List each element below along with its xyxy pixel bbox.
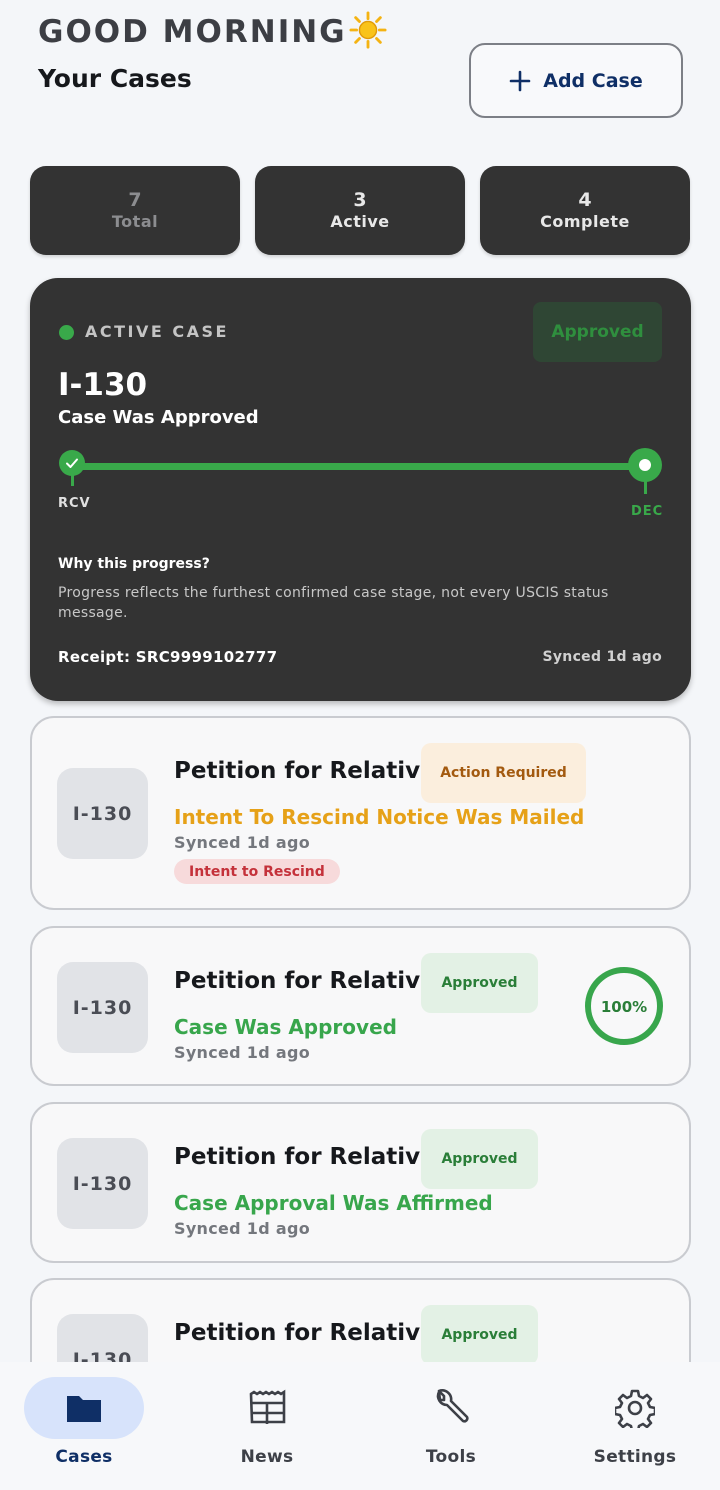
status-badge: Approved — [421, 1129, 538, 1189]
stat-value: 4 — [578, 188, 592, 211]
synced-time: Synced 1d ago — [174, 1219, 311, 1238]
add-case-label: Add Case — [543, 69, 643, 92]
nav-label: News — [240, 1447, 294, 1467]
synced-time: Synced 1d ago — [174, 833, 311, 852]
nav-item-news[interactable]: News — [177, 1362, 357, 1490]
case-form-icon: I-130 — [57, 768, 148, 859]
progress-ring-label: 100% — [601, 998, 647, 1016]
active-case-card[interactable]: ACTIVE CASE Approved I-130 Case Was Appr… — [30, 278, 691, 701]
case-title: Petition for Relative — [174, 1320, 436, 1346]
progress-start-stem — [71, 474, 74, 486]
active-case-label: ACTIVE CASE — [85, 322, 229, 341]
status-badge: Action Required — [421, 743, 586, 803]
nav-label: Settings — [593, 1447, 677, 1467]
case-card[interactable]: I-130 Petition for Relative Approved Cas… — [30, 1102, 691, 1263]
stat-label: Complete — [540, 211, 630, 231]
progress-ring: 100% — [585, 967, 663, 1045]
stat-value: 7 — [128, 188, 142, 211]
status-badge: Approved — [421, 953, 538, 1013]
stat-active[interactable]: 3 Active — [255, 166, 465, 255]
case-title: Petition for Relative — [174, 968, 436, 994]
stat-complete[interactable]: 4 Complete — [480, 166, 690, 255]
case-title: Petition for Relative — [174, 758, 436, 784]
stat-value: 3 — [353, 188, 367, 211]
check-icon — [66, 458, 78, 468]
plus-icon — [509, 70, 531, 91]
page-title: Your Cases — [38, 64, 192, 93]
progress-track — [72, 463, 646, 470]
progress-end-label: DEC — [631, 504, 664, 519]
case-form-icon: I-130 — [57, 962, 148, 1053]
stat-label: Active — [330, 211, 390, 231]
case-card[interactable]: I-130 Petition for Relative Approved Cas… — [30, 926, 691, 1086]
progress-start-label: RCV — [58, 496, 91, 511]
stat-label: Total — [111, 211, 159, 231]
case-tag: Intent to Rescind — [174, 859, 340, 884]
nav-label: Tools — [425, 1447, 477, 1467]
active-status-dot — [59, 325, 74, 340]
case-form-number: I-130 — [58, 367, 148, 403]
greeting-text: GOOD MORNING — [38, 14, 347, 50]
case-status: Case Was Approved — [58, 407, 259, 428]
wrench-icon — [436, 1389, 469, 1423]
gear-icon — [615, 1389, 655, 1428]
nav-item-cases[interactable]: Cases — [0, 1362, 180, 1490]
nav-item-settings[interactable]: Settings — [545, 1362, 720, 1490]
receipt-number: Receipt: SRC9999102777 — [58, 648, 278, 666]
progress-end-stem — [644, 481, 647, 494]
why-progress-title: Why this progress? — [58, 556, 210, 572]
stat-total[interactable]: 7 Total — [30, 166, 240, 255]
case-form-icon: I-130 — [57, 1138, 148, 1229]
case-status: Case Approval Was Affirmed — [174, 1191, 493, 1215]
why-progress-text: Progress reflects the furthest confirmed… — [58, 585, 609, 621]
sun-icon — [349, 11, 387, 49]
nav-item-tools[interactable]: Tools — [361, 1362, 541, 1490]
status-badge: Approved — [421, 1305, 538, 1365]
cases-screen: GOOD MORNING Your Cases Add Case 7 Total… — [0, 0, 720, 1490]
case-status: Case Was Approved — [174, 1015, 397, 1039]
synced-time: Synced 1d ago — [542, 649, 662, 665]
synced-time: Synced 1d ago — [174, 1043, 311, 1062]
progress-end-node — [628, 448, 662, 482]
nav-label: Cases — [55, 1447, 113, 1467]
greeting: GOOD MORNING — [38, 11, 387, 50]
progress-start-node — [59, 450, 85, 476]
bottom-nav: Cases News Tools Settings — [0, 1362, 720, 1490]
case-title: Petition for Relative — [174, 1144, 436, 1170]
status-badge: Approved — [533, 302, 662, 362]
add-case-button[interactable]: Add Case — [469, 43, 683, 118]
case-status: Intent To Rescind Notice Was Mailed — [174, 805, 585, 829]
folder-icon — [67, 1396, 101, 1422]
newspaper-icon — [249, 1389, 286, 1424]
case-card[interactable]: I-130 Petition for Relative Action Requi… — [30, 716, 691, 910]
